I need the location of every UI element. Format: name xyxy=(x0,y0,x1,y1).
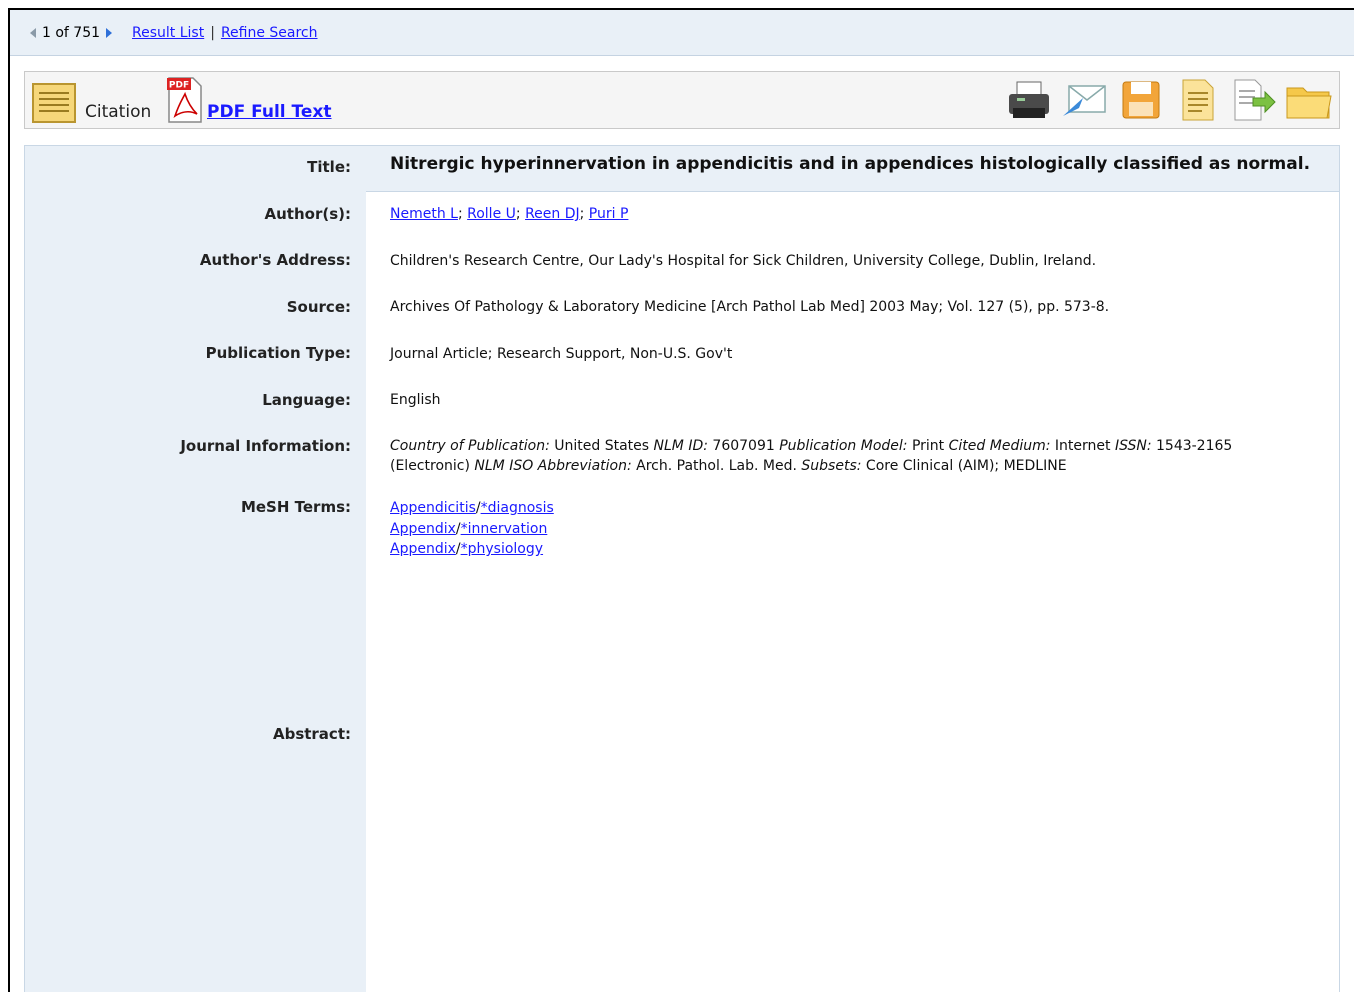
issn-value: 1543-2165 xyxy=(1156,438,1233,454)
folder-icon[interactable] xyxy=(1285,78,1333,122)
next-arrow-icon[interactable] xyxy=(106,27,113,38)
author-link[interactable]: Puri P xyxy=(589,206,629,222)
abbr-value: Arch. Pathol. Lab. Med. xyxy=(636,458,797,474)
mesh-subheading-link[interactable]: *physiology xyxy=(461,541,543,557)
refine-search-link[interactable]: Refine Search xyxy=(221,25,318,41)
cite-format-icon[interactable] xyxy=(1173,78,1221,122)
medium-value: Internet xyxy=(1054,438,1111,454)
subsets-value: Core Clinical (AIM); MEDLINE xyxy=(865,458,1067,474)
source-text: Archives Of Pathology & Laboratory Medic… xyxy=(390,299,1110,315)
language-label: Language: xyxy=(262,391,351,409)
author-link[interactable]: Rolle U xyxy=(467,206,516,222)
abbr-label: NLM ISO Abbreviation: xyxy=(474,458,632,474)
issn-type: (Electronic) xyxy=(390,458,470,474)
model-label: Publication Model: xyxy=(779,438,908,454)
record-toolbar: Citation PDF PDF Full Text xyxy=(24,71,1340,129)
authors-list: Nemeth L; Rolle U; Reen DJ; Puri P xyxy=(390,206,629,222)
pdf-badge-text: PDF xyxy=(169,81,189,91)
mesh-subheading-link[interactable]: *innervation xyxy=(461,521,548,537)
export-icon[interactable] xyxy=(1229,78,1277,122)
address-label: Author's Address: xyxy=(199,251,351,269)
nlm-id-label: NLM ID: xyxy=(653,438,708,454)
labels-column xyxy=(25,146,366,992)
medium-label: Cited Medium: xyxy=(948,438,1051,454)
mesh-terms: Appendicitis/*diagnosis Appendix/*innerv… xyxy=(390,500,554,557)
journal-info-label: Journal Information: xyxy=(180,437,351,455)
mesh-term-link[interactable]: Appendicitis xyxy=(390,500,476,516)
email-icon[interactable] xyxy=(1061,78,1109,122)
model-value: Print xyxy=(911,438,945,454)
mesh-term-link[interactable]: Appendix xyxy=(390,521,456,537)
print-icon[interactable] xyxy=(1005,78,1053,122)
nlm-id-value: 7607091 xyxy=(712,438,775,454)
journal-info: Country of Publication: United States NL… xyxy=(390,436,1320,476)
country-label: Country of Publication: xyxy=(390,438,550,454)
author-link[interactable]: Reen DJ xyxy=(525,206,580,222)
abstract-label: Abstract: xyxy=(272,725,351,743)
mesh-term-link[interactable]: Appendix xyxy=(390,541,456,557)
language-value: English xyxy=(390,392,441,408)
title-label: Title: xyxy=(307,158,351,176)
previous-arrow-icon[interactable] xyxy=(30,27,36,38)
article-title: Nitrergic hyperinnervation in appendicit… xyxy=(390,154,1311,174)
pdf-full-text-link[interactable]: PDF Full Text xyxy=(207,102,332,122)
subsets-label: Subsets: xyxy=(801,458,862,474)
result-navigation-bar: 1 of 751 Result List | Refine Search xyxy=(10,10,1354,56)
citation-icon[interactable] xyxy=(29,82,79,124)
nav-separator: | xyxy=(210,24,215,41)
authors-label: Author(s): xyxy=(264,205,351,223)
issn-label: ISSN: xyxy=(1114,438,1152,454)
tool-icons xyxy=(1005,78,1333,122)
country-value: United States xyxy=(554,438,650,454)
publication-type-label: Publication Type: xyxy=(205,344,351,362)
publication-type: Journal Article; Research Support, Non-U… xyxy=(390,346,733,362)
result-list-link[interactable]: Result List xyxy=(132,25,204,41)
author-address: Children's Research Centre, Our Lady's H… xyxy=(390,253,1097,269)
mesh-subheading-link[interactable]: *diagnosis xyxy=(481,500,554,516)
author-link[interactable]: Nemeth L xyxy=(390,206,458,222)
source-label: Source: xyxy=(286,298,351,316)
mesh-terms-label: MeSH Terms: xyxy=(240,498,351,516)
save-icon[interactable] xyxy=(1117,78,1165,122)
pdf-icon[interactable]: PDF xyxy=(165,76,205,124)
citation-label[interactable]: Citation xyxy=(85,102,151,122)
window-border-left xyxy=(8,8,10,992)
citation-record: Title: Nitrergic hyperinnervation in app… xyxy=(24,145,1340,992)
result-position: 1 of 751 xyxy=(42,24,101,41)
